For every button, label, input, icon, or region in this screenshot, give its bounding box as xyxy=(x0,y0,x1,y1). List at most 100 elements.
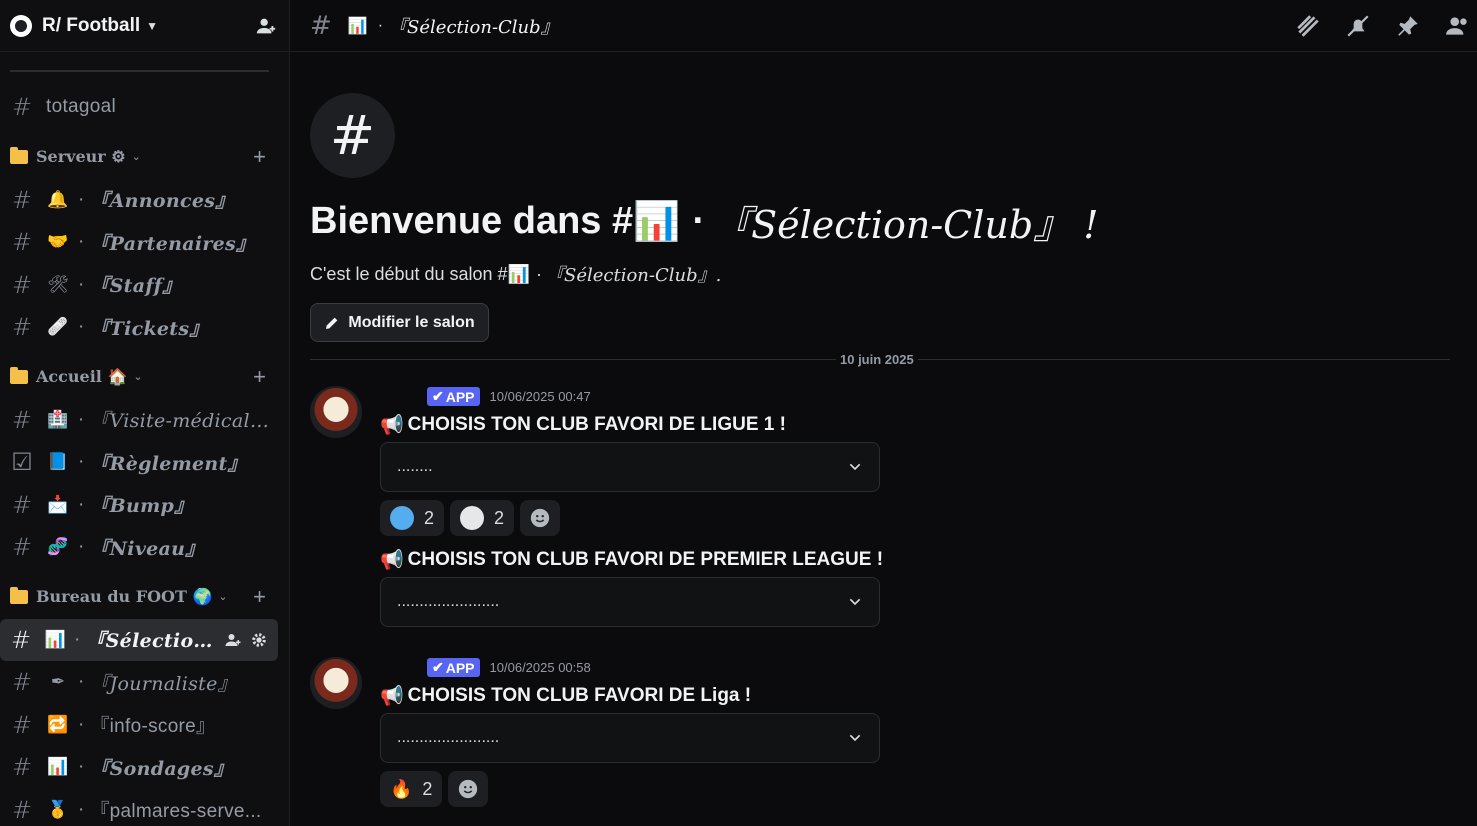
chevron-down-icon: ⌄ xyxy=(218,591,228,603)
add-channel-icon[interactable]: + xyxy=(253,364,266,390)
member-list-icon[interactable] xyxy=(1445,13,1471,39)
channel-item-info-score[interactable]: # 🔁 · 『info-score』 xyxy=(0,704,289,747)
timestamp[interactable]: 10/06/2025 00:58 xyxy=(490,660,591,675)
reaction-bar: 🔥 2 xyxy=(380,771,489,807)
fire-emoji: 🔥 xyxy=(390,778,413,799)
reaction-blue-circle[interactable]: 2 xyxy=(380,500,445,536)
mute-bell-icon[interactable] xyxy=(1345,13,1371,39)
welcome-title-prefix: Bienvenue dans # xyxy=(310,200,634,242)
channel-label: 『Niveau』 xyxy=(90,537,205,560)
channel-item-visite-medicale[interactable]: # 🏥 · 『Visite-médicale... xyxy=(0,399,289,442)
channel-item-staff[interactable]: # 🛠 · 『Staff』 xyxy=(0,264,289,307)
hash-icon: # xyxy=(11,228,33,257)
hash-icon: # xyxy=(11,795,33,824)
threads-icon[interactable] xyxy=(1295,13,1321,39)
channel-item-annonces[interactable]: # 🔔 · 『Annonces』 xyxy=(0,179,289,222)
hash-icon: # xyxy=(11,185,33,214)
chevron-down-icon xyxy=(849,734,861,742)
timestamp[interactable]: 10/06/2025 00:47 xyxy=(490,389,591,404)
message-headline: 📢 CHOISIS TON CLUB FAVORI DE Liga ! xyxy=(380,684,751,708)
channel-label: 『Staff』 xyxy=(90,275,182,298)
separator-dot: · xyxy=(78,798,85,820)
hash-icon: # xyxy=(310,10,332,41)
pencil-icon xyxy=(326,317,338,329)
channel-label: 『Sondages』 xyxy=(90,757,234,780)
edit-channel-button[interactable]: Modifier le salon xyxy=(310,303,489,342)
chevron-down-icon xyxy=(849,463,861,471)
channel-label: 『Journaliste』 xyxy=(90,672,237,695)
channel-item-bump[interactable]: # 📩 · 『Bump』 xyxy=(0,484,289,527)
hash-icon: # xyxy=(11,93,33,122)
channel-label: 『Bump』 xyxy=(90,495,194,518)
separator-dot: · xyxy=(536,263,542,284)
reaction-white-circle[interactable]: 2 xyxy=(450,500,515,536)
club-select-liga[interactable]: ....................... xyxy=(380,713,880,763)
welcome-title: Bienvenue dans # 📊 · 『Sélection-Club』 ! xyxy=(310,194,1099,249)
megaphone-icon: 📢 xyxy=(380,686,404,707)
separator-dot: · xyxy=(78,756,85,778)
reaction-fire[interactable]: 🔥 2 xyxy=(380,771,443,807)
channel-emoji: 📊 xyxy=(633,200,681,243)
server-header[interactable]: R/ Football ▼ xyxy=(0,0,289,52)
scroll-divider xyxy=(10,70,269,72)
category-bureau-du-foot[interactable]: Bureau du FOOT 🌍 ⌄ + xyxy=(0,569,289,619)
channel-label: 『Visite-médicale... xyxy=(90,410,281,433)
invite-icon[interactable] xyxy=(224,631,242,649)
chevron-down-icon: ▼ xyxy=(146,18,159,33)
channel-item-niveau[interactable]: # 🧬 · 『Niveau』 xyxy=(0,526,289,569)
message-headline: 📢 CHOISIS TON CLUB FAVORI DE PREMIER LEA… xyxy=(380,548,883,572)
chevron-down-icon xyxy=(849,598,861,606)
channel-emoji: 🔔 xyxy=(47,189,69,209)
channel-emoji: 🧬 xyxy=(47,537,69,557)
channel-item-selection-club[interactable]: # 📊 · 『Sélection-... xyxy=(0,618,278,661)
message-meta: ✔ APP 10/06/2025 00:58 xyxy=(427,658,591,677)
separator-dot: · xyxy=(78,273,85,295)
hash-icon: # xyxy=(10,625,32,654)
check-icon: ✔ xyxy=(432,659,444,675)
chevron-down-icon: ⌄ xyxy=(131,151,141,163)
channel-item-reglement[interactable]: ☑ 📘 · 『Règlement』 xyxy=(0,441,289,484)
pin-icon[interactable] xyxy=(1395,13,1421,39)
separator-dot: · xyxy=(77,408,85,430)
gear-icon[interactable] xyxy=(250,631,268,649)
hash-icon: # xyxy=(11,668,33,697)
channel-item-partenaires[interactable]: # 🤝 · 『Partenaires』 xyxy=(0,221,289,264)
channel-header: # 📊 · 『Sélection-Club』 xyxy=(290,0,1477,52)
separator-dot: · xyxy=(78,536,85,558)
reaction-count: 2 xyxy=(424,507,435,528)
channel-item-sondages[interactable]: # 📊 · 『Sondages』 xyxy=(0,746,289,789)
rules-checkbox-icon: ☑ xyxy=(11,448,33,477)
add-reaction-button[interactable] xyxy=(448,771,489,807)
add-channel-icon[interactable]: + xyxy=(253,584,266,610)
category-name: Serveur ⚙ xyxy=(36,147,126,166)
separator-dot: · xyxy=(78,493,85,515)
separator-dot: · xyxy=(78,713,85,735)
invite-people-icon[interactable] xyxy=(253,13,279,39)
add-channel-icon[interactable]: + xyxy=(253,144,266,170)
hash-icon: # xyxy=(11,313,33,342)
channel-emoji: 🤝 xyxy=(47,232,69,252)
separator-dot: · xyxy=(78,316,85,338)
welcome-subtitle-prefix: C'est le début du salon # xyxy=(310,263,508,284)
channel-item-tickets[interactable]: # 🩹 · 『Tickets』 xyxy=(0,306,289,349)
reaction-count: 2 xyxy=(494,507,505,528)
channel-list: # totagoal Serveur ⚙ ⌄ + # 🔔 · 『Annonces… xyxy=(0,86,289,826)
add-reaction-button[interactable] xyxy=(520,500,561,536)
channel-emoji: 📊 xyxy=(347,17,368,35)
channel-emoji: 🏥 xyxy=(47,409,69,429)
club-select-ligue1[interactable]: ........ xyxy=(380,442,880,492)
app-badge-label: APP xyxy=(445,388,475,405)
channel-item-journaliste[interactable]: # ✒ · 『Journaliste』 xyxy=(0,661,289,704)
avatar[interactable] xyxy=(310,657,362,709)
category-serveur[interactable]: Serveur ⚙ ⌄ + xyxy=(0,129,289,179)
channel-title: 『Sélection-Club』 xyxy=(389,16,559,38)
channel-item-totagoal[interactable]: # totagoal xyxy=(0,86,289,129)
channel-item-palmares[interactable]: # 🥇 · 『palmares-serve... xyxy=(0,789,289,826)
club-select-premier-league[interactable]: ....................... xyxy=(380,577,880,627)
avatar[interactable] xyxy=(310,386,362,438)
hash-icon: # xyxy=(11,753,33,782)
category-accueil[interactable]: Accueil 🏠 ⌄ + xyxy=(0,349,289,399)
message-headline: 📢 CHOISIS TON CLUB FAVORI DE LIGUE 1 ! xyxy=(380,413,786,437)
select-value: ....................... xyxy=(397,729,500,746)
channel-label: totagoal xyxy=(46,96,117,118)
